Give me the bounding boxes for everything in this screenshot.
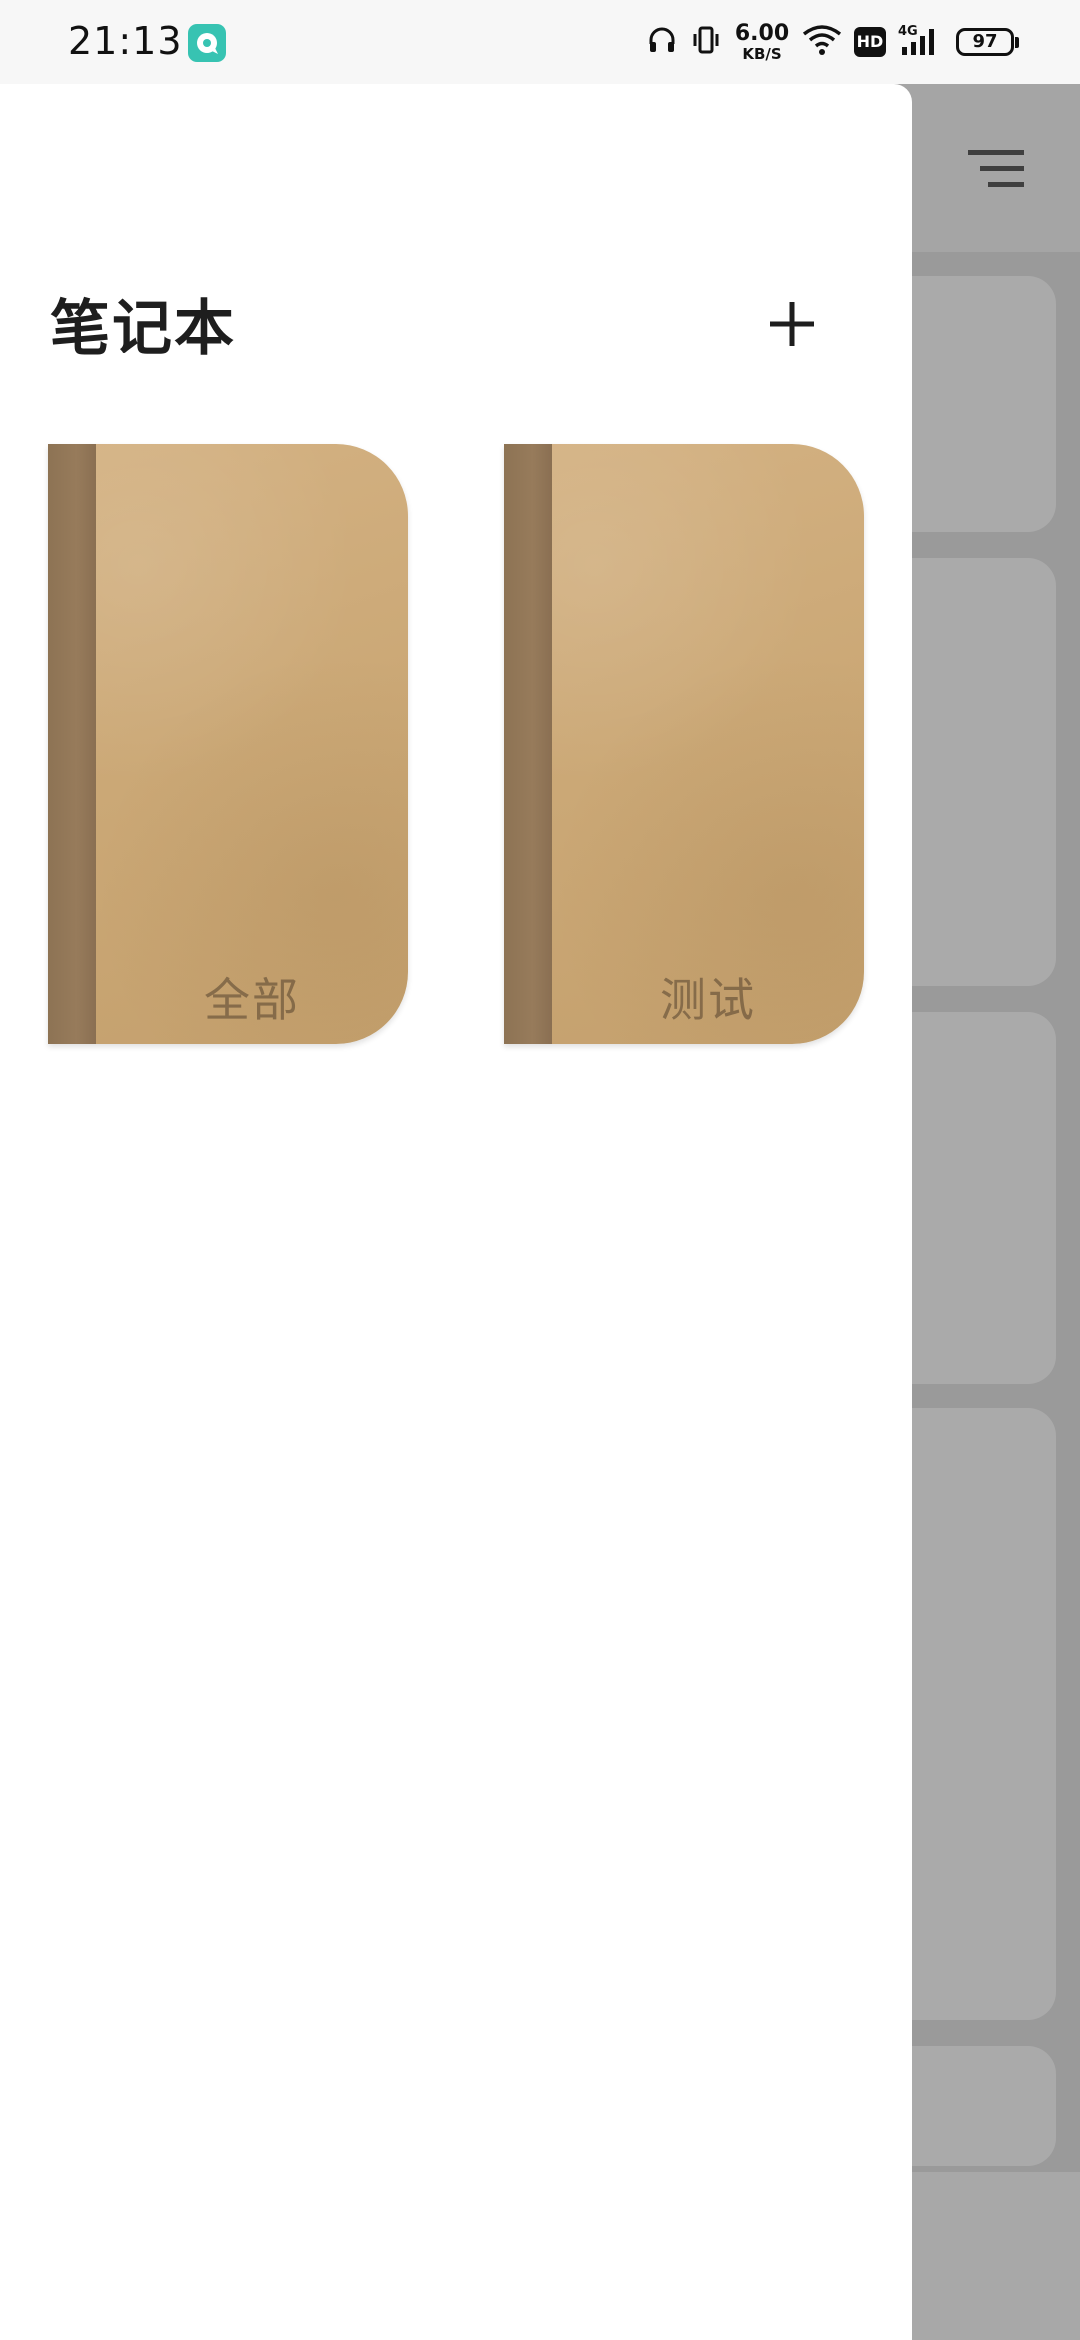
notebook-test[interactable]: 测试 <box>504 444 864 1044</box>
wifi-icon <box>802 24 842 60</box>
notebook-label: 测试 <box>660 973 756 1027</box>
add-notebook-button[interactable] <box>750 284 834 368</box>
menu-icon[interactable] <box>966 146 1026 198</box>
plus-icon <box>768 300 816 352</box>
status-bar: 21:13 6.00 KB/S HD 4G 97 <box>0 0 1080 84</box>
cellular-signal-icon: 4G <box>898 23 944 61</box>
network-type-label: 4G <box>898 24 918 39</box>
app-notification-icon <box>188 24 226 62</box>
notebook-spine <box>504 444 552 1044</box>
notebook-all[interactable]: 全部 <box>48 444 408 1044</box>
status-time: 21:13 <box>68 19 183 63</box>
status-icons: 6.00 KB/S HD 4G 97 <box>646 18 1019 66</box>
vibrate-icon <box>690 24 722 60</box>
battery-icon: 97 <box>956 28 1019 56</box>
hd-icon: HD <box>854 27 886 57</box>
network-speed-value: 6.00 <box>734 20 790 46</box>
notebook-spine <box>48 444 96 1044</box>
network-speed: 6.00 KB/S <box>734 20 790 63</box>
notebook-label: 全部 <box>204 973 300 1027</box>
network-speed-unit: KB/S <box>742 44 782 63</box>
notebook-drawer: 笔记本 全部 测试 <box>0 84 912 2340</box>
drawer-title: 笔记本 <box>50 294 236 364</box>
headphones-icon <box>646 24 678 60</box>
